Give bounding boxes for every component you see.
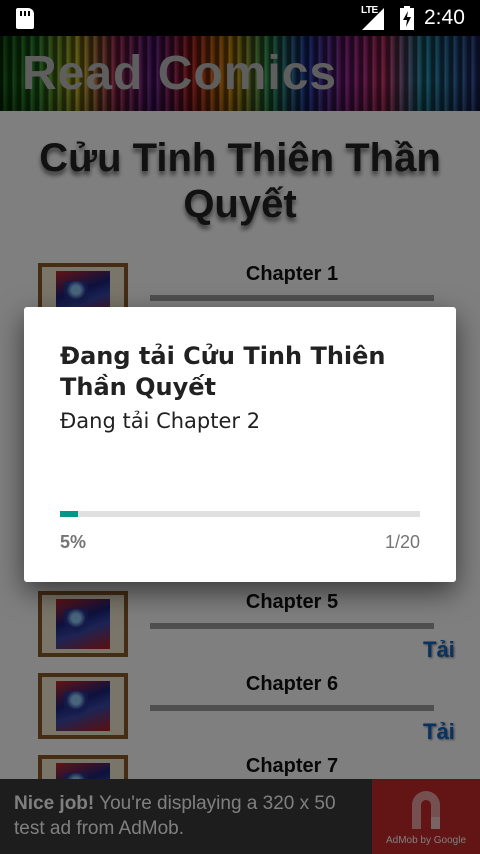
battery-charging-icon [400,6,414,30]
sd-card-icon [16,8,34,29]
dialog-title: Đang tải Cửu Tinh Thiên Thần Quyết [60,342,386,401]
progress-count: 1/20 [384,532,420,552]
status-clock: 2:40 [424,6,465,29]
progress-bar [60,511,420,517]
network-type-label: LTE [361,5,378,16]
progress-percent: 5% [60,532,87,552]
status-bar: LTE 2:40 [0,0,480,36]
progress-bar-fill [60,511,78,517]
dialog-message: Đang tải Chapter 2 [60,409,261,433]
download-progress-dialog: Đang tải Cửu Tinh Thiên Thần Quyết Đang … [24,307,456,582]
